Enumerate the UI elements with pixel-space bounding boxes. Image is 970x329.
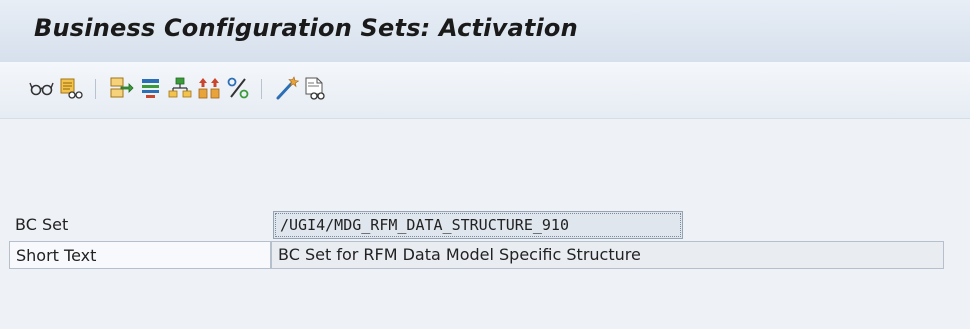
bc-set-field[interactable]: /UGI4/MDG_RFM_DATA_STRUCTURE_910: [273, 211, 683, 239]
transfer-icon[interactable]: [107, 74, 135, 102]
title-bar: Business Configuration Sets: Activation: [0, 0, 970, 63]
percent-icon[interactable]: [224, 74, 252, 102]
hierarchy-icon[interactable]: [166, 74, 194, 102]
main-content: BC Set /UGI4/MDG_RFM_DATA_STRUCTURE_910 …: [0, 119, 970, 329]
sort-icon[interactable]: [195, 74, 223, 102]
list-icon[interactable]: [137, 74, 165, 102]
application-toolbar: [0, 62, 970, 119]
magic-wand-icon[interactable]: [273, 74, 301, 102]
toolbar-separator: [261, 79, 262, 99]
bc-set-label: BC Set: [15, 215, 69, 234]
short-text-label: Short Text: [9, 241, 271, 269]
page-title: Business Configuration Sets: Activation: [34, 14, 578, 42]
short-text-field: BC Set for RFM Data Model Specific Struc…: [271, 241, 944, 269]
short-text-row: Short Text BC Set for RFM Data Model Spe…: [9, 241, 949, 269]
display-document-icon[interactable]: [301, 74, 329, 102]
toolbar-separator: [95, 79, 96, 99]
display-details-icon[interactable]: [57, 74, 85, 102]
glasses-icon[interactable]: [28, 74, 56, 102]
bc-set-row: BC Set /UGI4/MDG_RFM_DATA_STRUCTURE_910: [9, 211, 689, 239]
